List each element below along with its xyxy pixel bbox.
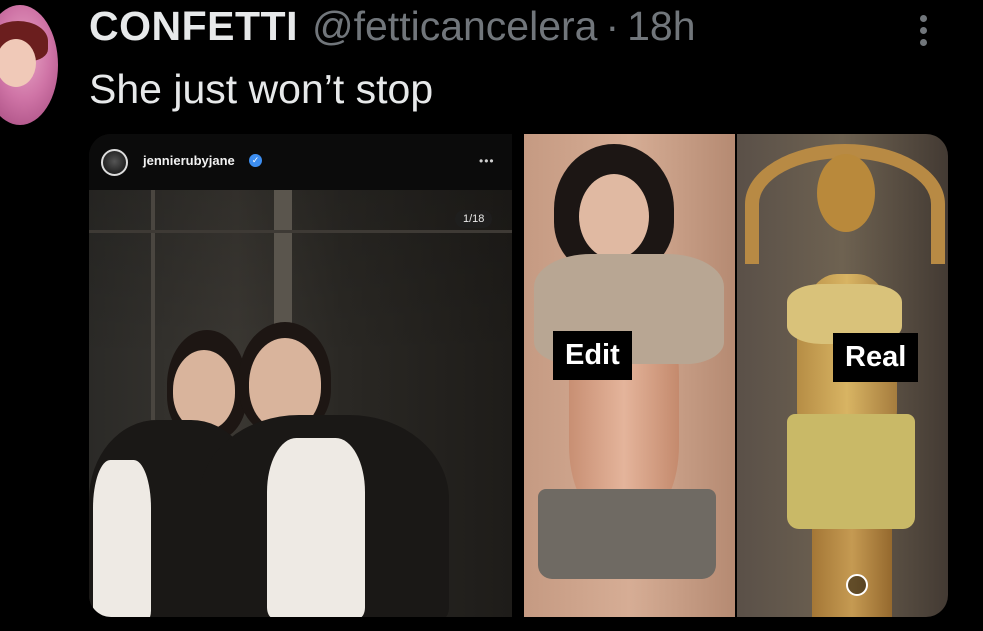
real-face — [817, 154, 875, 232]
info-circle-icon[interactable] — [846, 574, 868, 596]
real-legs — [812, 529, 892, 617]
display-name[interactable]: CONFETTI — [89, 3, 298, 50]
author-avatar[interactable] — [0, 5, 58, 125]
edit-skirt — [538, 489, 716, 579]
more-dot — [919, 38, 927, 46]
edit-label: Edit — [553, 331, 632, 380]
tweet-text: She just won’t stop — [89, 66, 434, 112]
instagram-more-icon: ••• — [479, 154, 495, 168]
tweet-header: CONFETTI @fetticancelera · 18h — [89, 2, 696, 50]
more-dot — [919, 14, 927, 22]
separator-dot: · — [605, 2, 620, 49]
real-label: Real — [833, 333, 919, 382]
mirror-frame — [151, 190, 155, 420]
media-image-left[interactable]: jennierubyjane ✓ ••• 1/18 — [89, 134, 512, 617]
more-vertical-icon[interactable] — [906, 10, 940, 50]
avatar-face — [0, 39, 36, 87]
edit-face — [579, 174, 649, 259]
instagram-header: jennierubyjane ✓ ••• — [89, 134, 512, 190]
verified-badge-icon: ✓ — [249, 154, 262, 167]
media-image-right[interactable]: Edit Real — [524, 134, 948, 617]
more-dot — [919, 26, 927, 34]
reflection-top — [93, 460, 151, 617]
mirror-frame — [89, 230, 512, 233]
timestamp[interactable]: 18h — [627, 3, 695, 50]
instagram-avatar — [101, 149, 128, 176]
reflection-face — [173, 350, 235, 430]
image-counter: 1/18 — [455, 210, 493, 228]
instagram-photo — [89, 190, 512, 617]
person-top — [267, 438, 365, 617]
instagram-username: jennierubyjane — [143, 153, 235, 168]
real-skirt — [787, 414, 915, 529]
user-handle[interactable]: @fetticancelera — [312, 3, 597, 50]
tweet-media[interactable]: jennierubyjane ✓ ••• 1/18 Edit Real — [89, 134, 948, 617]
